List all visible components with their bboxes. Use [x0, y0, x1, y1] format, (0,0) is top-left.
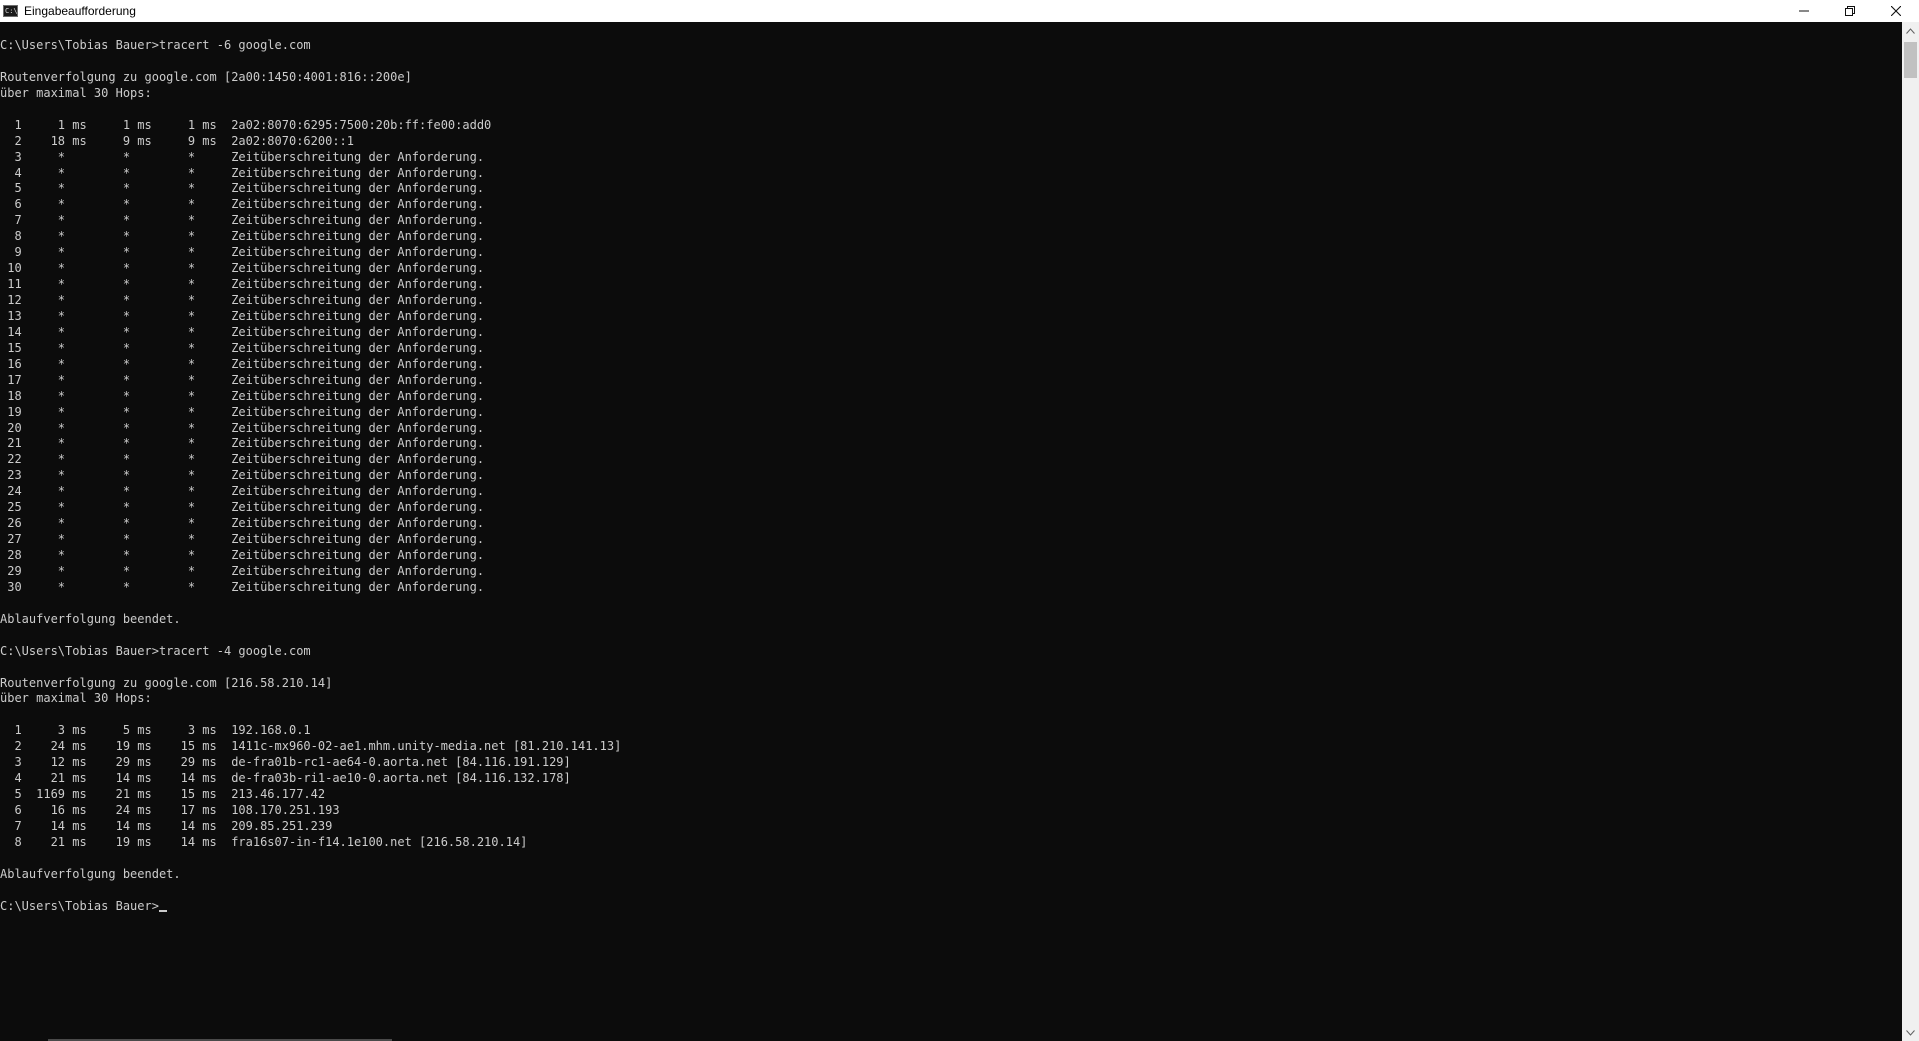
- console-line: C:\Users\Tobias Bauer>tracert -4 google.…: [0, 643, 311, 658]
- console-line: 4 * * * Zeitüberschreitung der Anforderu…: [0, 165, 485, 180]
- text-cursor: [158, 909, 167, 912]
- console-line: Routenverfolgung zu google.com [216.58.2…: [0, 675, 333, 690]
- console-line: 2 18 ms 9 ms 9 ms 2a02:8070:6200::1: [0, 133, 355, 148]
- maximize-button[interactable]: [1827, 0, 1873, 22]
- scroll-up-arrow[interactable]: [1902, 22, 1919, 39]
- vertical-scrollbar[interactable]: [1902, 22, 1919, 1041]
- title-bar[interactable]: C:\. Eingabeaufforderung: [0, 0, 1919, 22]
- restore-icon: [1845, 6, 1855, 16]
- console-line: 18 * * * Zeitüberschreitung der Anforder…: [0, 388, 485, 403]
- console-line: 27 * * * Zeitüberschreitung der Anforder…: [0, 532, 485, 547]
- console-line: 8 * * * Zeitüberschreitung der Anforderu…: [0, 229, 485, 244]
- scroll-down-arrow[interactable]: [1902, 1024, 1919, 1041]
- console-line: 1 1 ms 1 ms 1 ms 2a02:8070:6295:7500:20b…: [0, 117, 492, 132]
- console-line: 8 21 ms 19 ms 14 ms fra16s07-in-f14.1e10…: [0, 834, 528, 849]
- console-line: 20 * * * Zeitüberschreitung der Anforder…: [0, 420, 485, 435]
- console-output[interactable]: C:\Users\Tobias Bauer>tracert -6 google.…: [0, 22, 1902, 1041]
- console-line: Ablaufverfolgung beendet.: [0, 866, 181, 881]
- console-line: 28 * * * Zeitüberschreitung der Anforder…: [0, 548, 485, 562]
- console-line: 5 1169 ms 21 ms 15 ms 213.46.177.42: [0, 787, 326, 802]
- console-line: 2 24 ms 19 ms 15 ms 1411c-mx960-02-ae1.m…: [0, 739, 622, 754]
- console-line: 3 * * * Zeitüberschreitung der Anforderu…: [0, 149, 485, 164]
- prompt-text: C:\Users\Tobias Bauer>: [0, 898, 159, 913]
- window-title: Eingabeaufforderung: [24, 4, 136, 18]
- console-line: 16 * * * Zeitüberschreitung der Anforder…: [0, 356, 485, 371]
- console-line: 29 * * * Zeitüberschreitung der Anforder…: [0, 563, 485, 578]
- console-line: 6 * * * Zeitüberschreitung der Anforderu…: [0, 197, 485, 212]
- console-line: 11 * * * Zeitüberschreitung der Anforder…: [0, 277, 485, 292]
- console-line: Routenverfolgung zu google.com [2a00:145…: [0, 69, 412, 84]
- console-line: 25 * * * Zeitüberschreitung der Anforder…: [0, 500, 485, 515]
- console-line: 22 * * * Zeitüberschreitung der Anforder…: [0, 452, 485, 467]
- cmd-icon: C:\.: [3, 5, 18, 17]
- caption-buttons: [1781, 0, 1919, 22]
- console-line: 7 14 ms 14 ms 14 ms 209.85.251.239: [0, 818, 333, 833]
- console-line: 15 * * * Zeitüberschreitung der Anforder…: [0, 340, 485, 355]
- minimize-icon: [1799, 10, 1809, 12]
- console-line: C:\Users\Tobias Bauer>tracert -6 google.…: [0, 38, 311, 52]
- minimize-button[interactable]: [1781, 0, 1827, 22]
- prompt-line[interactable]: C:\Users\Tobias Bauer>: [0, 899, 1902, 915]
- console-line: 7 * * * Zeitüberschreitung der Anforderu…: [0, 213, 485, 228]
- console-line: 23 * * * Zeitüberschreitung der Anforder…: [0, 468, 485, 483]
- close-button[interactable]: [1873, 0, 1919, 22]
- console-line: 4 21 ms 14 ms 14 ms de-fra03b-ri1-ae10-0…: [0, 771, 571, 786]
- console-line: 30 * * * Zeitüberschreitung der Anforder…: [0, 579, 485, 594]
- console-line: 26 * * * Zeitüberschreitung der Anforder…: [0, 516, 485, 531]
- console-line: 12 * * * Zeitüberschreitung der Anforder…: [0, 293, 485, 307]
- console-line: 6 16 ms 24 ms 17 ms 108.170.251.193: [0, 803, 340, 817]
- close-icon: [1891, 6, 1901, 16]
- scroll-thumb[interactable]: [1904, 42, 1917, 78]
- console-line: 17 * * * Zeitüberschreitung der Anforder…: [0, 372, 485, 387]
- chevron-up-icon: [1906, 27, 1915, 34]
- console-line: Ablaufverfolgung beendet.: [0, 611, 181, 626]
- console-line: 10 * * * Zeitüberschreitung der Anforder…: [0, 261, 485, 276]
- console-line: 24 * * * Zeitüberschreitung der Anforder…: [0, 484, 485, 499]
- console-line: 5 * * * Zeitüberschreitung der Anforderu…: [0, 181, 485, 196]
- console-line: 3 12 ms 29 ms 29 ms de-fra01b-rc1-ae64-0…: [0, 755, 571, 770]
- console-line: über maximal 30 Hops:: [0, 691, 152, 706]
- command-prompt-window: C:\. Eingabeaufforderung C:\Users\Tobias…: [0, 0, 1919, 1041]
- console-line: 14 * * * Zeitüberschreitung der Anforder…: [0, 324, 485, 339]
- console-line: 1 3 ms 5 ms 3 ms 192.168.0.1: [0, 723, 311, 738]
- console-line: 21 * * * Zeitüberschreitung der Anforder…: [0, 436, 485, 451]
- console-line: 13 * * * Zeitüberschreitung der Anforder…: [0, 308, 485, 323]
- console-line: 9 * * * Zeitüberschreitung der Anforderu…: [0, 245, 485, 260]
- console-line: 19 * * * Zeitüberschreitung der Anforder…: [0, 404, 485, 419]
- console-line: über maximal 30 Hops:: [0, 85, 152, 100]
- chevron-down-icon: [1906, 1029, 1915, 1036]
